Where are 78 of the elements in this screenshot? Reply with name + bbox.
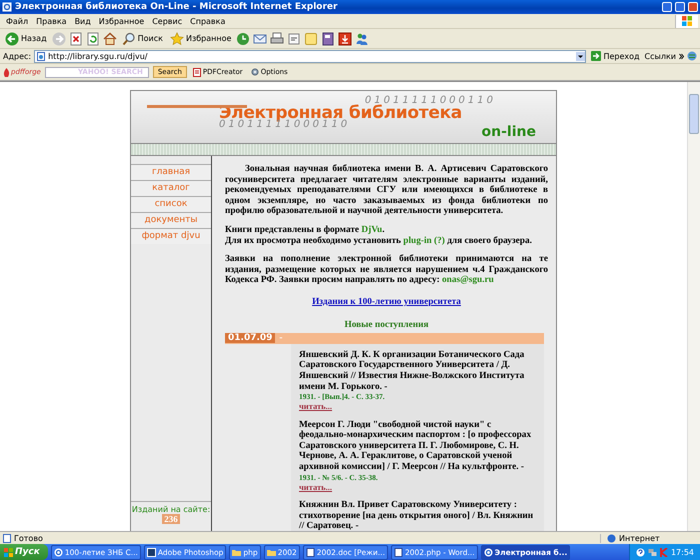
back-button[interactable]: Назад [3,30,49,46]
read-link[interactable]: читать... [299,482,332,492]
email-link[interactable]: onas@sgu.ru [442,275,494,286]
read-link[interactable]: читать... [299,401,332,412]
menu-item[interactable]: Справка [186,16,230,26]
back-arrow-icon [5,32,19,46]
links-button[interactable]: Ссылки [644,52,676,60]
folder-icon [266,548,276,556]
windows-flag-icon [4,548,13,556]
globe-icon [607,534,616,542]
book-icon[interactable] [321,32,336,46]
format-paragraph: Книги представлены в формате DjVu. Для их просмотра необходимо установить plug-in (?) для своего браузера. [225,224,533,246]
start-button[interactable]: Пуск [0,544,48,560]
counter-value: 236 [162,514,180,524]
format-link[interactable]: plug-in (?) [403,236,445,246]
entry-description: Княжнин Вл. Привет Саратовскому Университету : стихотворение [на день открытия оного] / Вл. Княжнин // Саратовец. - [299,500,534,531]
nav-link[interactable]: документы [131,212,211,228]
window-title: Электронная библиотека On-Line - Microsoft Internet Explorer [15,2,338,12]
refresh-icon[interactable] [86,32,100,46]
date-suffix: - [278,333,283,344]
scrollbar[interactable] [687,82,700,531]
entry-description: Меерсон Г. Люди "свободной чистой науки" с феодально-монархическим паспортом : [о профессорах Саратовского университета П. Г. Любомирове, С. Н. Чернове, А. А. Гераклитове, о Саратовской ученой архивной комиссии] / Г. Меерсон // На культфронте. - [299,420,532,473]
people-icon[interactable] [355,32,370,46]
stop-icon[interactable] [68,32,83,46]
home-icon[interactable] [102,32,117,46]
menu-item[interactable]: Файл [2,16,32,26]
menu-item[interactable]: Правка [32,16,71,26]
nav-link[interactable]: формат djvu [131,228,211,244]
page-icon [3,534,11,542]
download-icon[interactable] [338,32,352,46]
nav-link[interactable]: каталог [131,180,211,196]
app-icon [146,548,156,556]
zone-text: Интернет [619,534,660,542]
chevron-icon [679,52,684,60]
format-link[interactable]: DjVu [361,224,382,235]
minimize-button[interactable] [662,2,672,12]
go-arrow-icon [591,51,602,61]
close-button[interactable] [688,2,698,12]
search-button[interactable]: Поиск [120,30,165,46]
entry-description: Яншевский Д. К. К организации Ботанического Сада Саратовского Государственного Университета / Д. Яншевский // Известия Нижне-Волжского Института имени М. Горького. - [299,350,526,392]
section-heading: Новые поступления [344,320,429,330]
go-button[interactable]: Переход [589,51,642,61]
flame-icon [3,68,10,76]
centenary-link[interactable]: Издания к 100-летию университета [312,296,461,308]
edit-document-icon[interactable] [287,32,302,46]
history-icon[interactable] [236,32,250,46]
status-text: Готово [14,534,43,542]
favorites-button[interactable]: Избранное [168,30,234,46]
binary-text: 01011111000110 [219,118,352,130]
document-icon [306,548,315,556]
search-icon [122,32,136,46]
globe-icon[interactable] [687,51,697,61]
address-label: Адрес: [3,52,32,60]
nav-link[interactable]: главная [131,164,211,180]
maximize-button[interactable] [675,2,685,12]
star-icon [170,32,184,46]
date-label: 01.07.09 [225,333,276,344]
menu-item[interactable]: Сервис [148,16,186,26]
windows-flag-icon [682,16,692,26]
printer-icon[interactable] [270,32,284,46]
clock: 17:54 [670,548,694,556]
browser-icon [484,548,493,556]
pdf-document-icon [192,68,201,76]
menu-item[interactable]: Вид [70,16,95,26]
address-field[interactable]: http://library.sgu.ru/djvu/ [34,50,586,62]
gear-icon [250,68,259,76]
nav-link[interactable]: список [131,196,211,212]
site-tagline: on-line [482,124,536,140]
requests-paragraph: Заявки на пополнение электронной библиотеки принимаются на те издания, размещение которых не является нарушением ч.4 Гражданского Кодекса РФ. Заявки просим направлять по адресу: onas@sgu.ru [225,254,548,286]
folder-icon [232,548,242,556]
intro-paragraph: Зональная научная библиотека имени В. А. Артисевич Саратовского госуниверситета предлагает читателям электронные варианты изданий, рекомендуемых преподавателями СГУ или имеющихся в библиотеке в одном экземпляре, но часто заказываемых из фонда библиотеки по профилю образовательной и научной деятельности университета. [225,164,548,217]
browser-icon [54,548,63,556]
help-icon[interactable] [636,548,645,556]
menu-item[interactable]: Избранное [94,16,148,26]
envelope-icon[interactable] [253,32,268,46]
page-icon [37,52,46,60]
document-icon [394,548,403,556]
binary-text: 01011111000110 [364,94,496,106]
